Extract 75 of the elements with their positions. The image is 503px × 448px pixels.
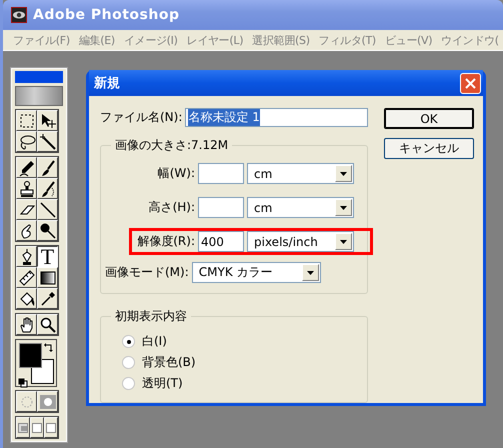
cancel-button[interactable]: キャンセル bbox=[384, 138, 474, 159]
screen-mode-button[interactable] bbox=[16, 417, 30, 438]
dotted-circle-icon bbox=[20, 394, 34, 408]
tool-button[interactable] bbox=[37, 131, 58, 152]
radio-label[interactable]: 白(I) bbox=[142, 333, 167, 350]
field-label: ファイル名(N): bbox=[100, 109, 182, 126]
tool-button[interactable] bbox=[37, 110, 58, 132]
quick-mask-button[interactable] bbox=[37, 391, 58, 412]
close-button[interactable] bbox=[460, 72, 481, 94]
screen-mode-button[interactable] bbox=[44, 417, 58, 438]
default-colors-icon[interactable] bbox=[18, 378, 28, 388]
app-icon bbox=[11, 7, 27, 23]
magic-wand-icon bbox=[38, 132, 56, 151]
field-label: 解像度(R): bbox=[136, 233, 195, 250]
dropdown-arrow-icon[interactable] bbox=[340, 240, 347, 244]
palette-header bbox=[15, 71, 63, 83]
dialog-title: 新規 bbox=[94, 74, 120, 92]
lasso-icon bbox=[18, 132, 36, 151]
tool-button[interactable] bbox=[37, 199, 58, 220]
tool-button[interactable] bbox=[16, 314, 37, 336]
line-icon bbox=[38, 200, 56, 219]
number-field[interactable] bbox=[198, 163, 244, 184]
color-swatches-drawing[interactable] bbox=[19, 343, 55, 386]
gradient-icon bbox=[38, 268, 56, 287]
tool-button[interactable] bbox=[16, 220, 37, 242]
radio-button[interactable] bbox=[122, 377, 135, 390]
unit-dropdown[interactable]: cm bbox=[247, 197, 354, 218]
group-title: 画像の大きさ:7.12M bbox=[114, 137, 230, 154]
tool-button[interactable] bbox=[37, 314, 58, 336]
unit-dropdown[interactable]: cm bbox=[247, 163, 354, 184]
tool-button[interactable] bbox=[37, 220, 58, 242]
number-field[interactable]: 400 bbox=[198, 231, 244, 252]
screen-mode-button[interactable] bbox=[30, 417, 44, 438]
tool-button[interactable] bbox=[16, 199, 37, 220]
dropdown-arrow-icon[interactable] bbox=[306, 270, 314, 274]
tool-button[interactable] bbox=[16, 131, 37, 152]
dropdown-arrow-icon[interactable] bbox=[340, 206, 347, 210]
radio-button[interactable] bbox=[122, 356, 135, 369]
radio-button[interactable] bbox=[122, 335, 135, 348]
tool-button[interactable] bbox=[16, 157, 37, 178]
tool-button[interactable] bbox=[37, 178, 58, 200]
number-field[interactable] bbox=[198, 197, 244, 218]
tool-button[interactable] bbox=[16, 288, 37, 310]
tool-button[interactable] bbox=[37, 157, 58, 178]
selected-text: 名称未設定 1 bbox=[188, 109, 260, 126]
radio-label[interactable]: 透明(T) bbox=[142, 375, 183, 392]
group-title: 初期表示内容 bbox=[114, 308, 188, 325]
mode-dropdown[interactable]: CMYK カラー bbox=[192, 262, 321, 283]
swap-arrows-icon[interactable] bbox=[44, 342, 54, 352]
zoom-icon bbox=[38, 316, 56, 334]
hand-icon bbox=[18, 316, 36, 334]
ok-button[interactable]: OK bbox=[384, 108, 474, 129]
ruler-icon bbox=[18, 268, 36, 287]
tool-button[interactable] bbox=[16, 246, 37, 268]
field-label: 画像モード(M): bbox=[105, 264, 189, 281]
dropdown-arrow-icon[interactable] bbox=[340, 172, 347, 176]
field-label: 高さ(H): bbox=[148, 199, 195, 216]
tool-button[interactable] bbox=[16, 178, 37, 200]
paint-bucket-icon bbox=[18, 290, 36, 308]
window-title: Adobe Photoshop bbox=[33, 7, 180, 23]
stamp-icon bbox=[18, 180, 36, 198]
radio-label[interactable]: 背景色(B) bbox=[142, 354, 196, 371]
file-name-field[interactable]: 名称未設定 1 bbox=[185, 108, 368, 127]
eyedropper-icon bbox=[38, 290, 56, 308]
close-icon bbox=[465, 78, 476, 88]
tool-button[interactable] bbox=[16, 110, 37, 132]
standard-mode-button[interactable] bbox=[16, 391, 37, 412]
tool-button[interactable] bbox=[37, 288, 58, 310]
field-label: 幅(W): bbox=[156, 165, 195, 182]
tool-button[interactable] bbox=[37, 267, 58, 288]
marquee-icon bbox=[18, 112, 36, 130]
unit-dropdown[interactable]: pixels/inch bbox=[247, 231, 354, 252]
tool-button[interactable] bbox=[16, 267, 37, 288]
tool-button[interactable]: T bbox=[37, 246, 58, 268]
mask-icon bbox=[40, 394, 56, 408]
